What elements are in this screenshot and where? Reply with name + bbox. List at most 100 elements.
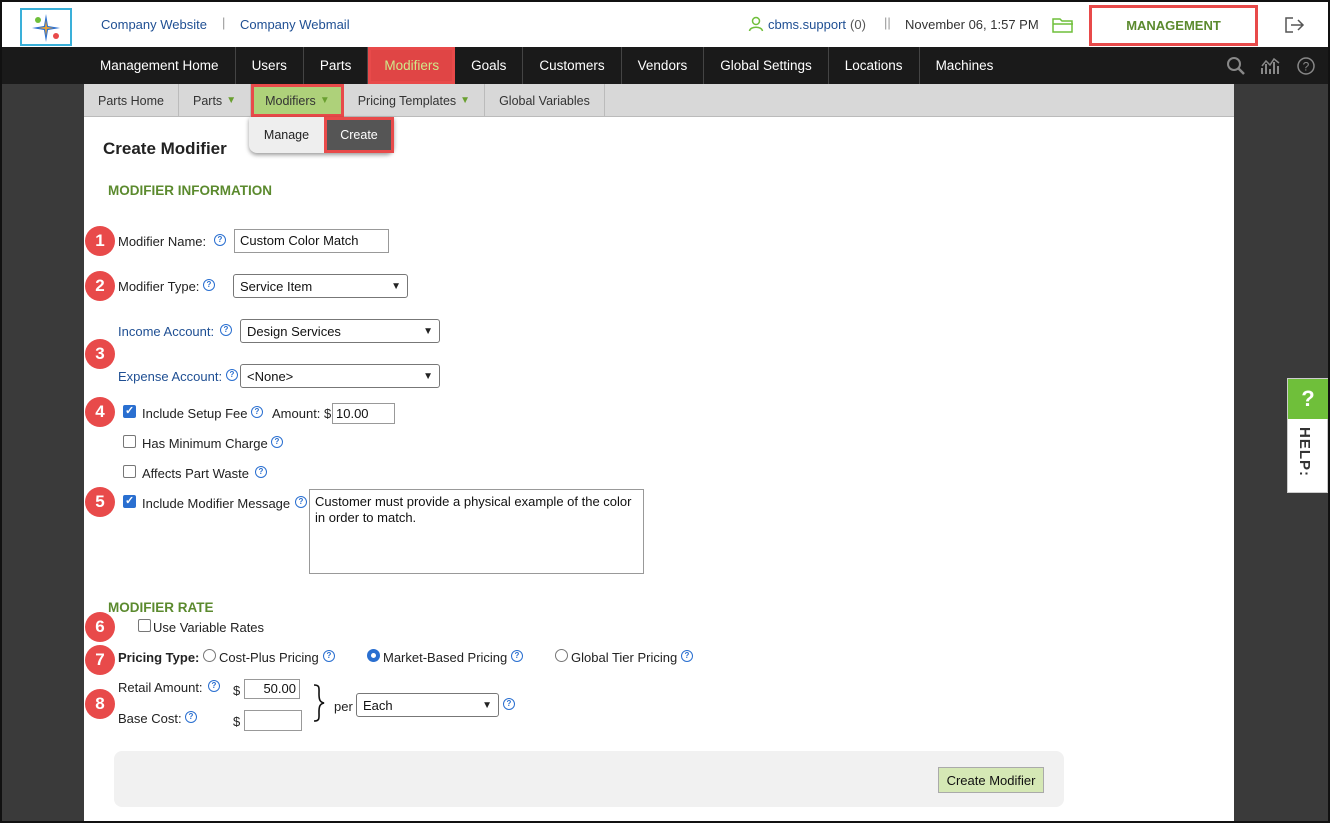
modifier-name-help-icon[interactable]: ?: [214, 234, 226, 246]
help-tab-label: HELP:: [1296, 427, 1313, 477]
step-badge-8: 8: [85, 689, 115, 719]
dropdown-manage[interactable]: Manage: [249, 117, 324, 153]
setup-fee-help-icon[interactable]: ?: [251, 406, 263, 418]
step-badge-2: 2: [85, 271, 115, 301]
variable-rates-checkbox[interactable]: [138, 619, 151, 632]
modifier-type-select[interactable]: Service Item ▼: [233, 274, 408, 298]
retail-amount-help-icon[interactable]: ?: [208, 680, 220, 692]
form-footer: [114, 751, 1064, 807]
create-modifier-button[interactable]: Create Modifier: [938, 767, 1044, 793]
global-tier-label: Global Tier Pricing: [571, 650, 678, 665]
nav-customers[interactable]: Customers: [523, 47, 622, 84]
subnav-global-variables[interactable]: Global Variables: [485, 84, 605, 117]
per-unit-help-icon[interactable]: ?: [503, 698, 515, 710]
modifier-message-checkbox[interactable]: [123, 494, 136, 508]
management-button[interactable]: MANAGEMENT: [1089, 5, 1258, 46]
cost-plus-radio[interactable]: [203, 649, 216, 662]
company-webmail-link[interactable]: Company Webmail: [240, 17, 350, 32]
chevron-down-icon: ▼: [391, 280, 401, 292]
subnav-modifiers[interactable]: Modifiers ▼: [251, 84, 344, 117]
cost-plus-help-icon[interactable]: ?: [323, 650, 335, 662]
expense-account-help-icon[interactable]: ?: [226, 369, 238, 381]
sub-navigation: Parts Home Parts ▼ Modifiers ▼ Pricing Tem…: [84, 84, 1234, 117]
base-currency: $: [233, 714, 241, 729]
user-count: (0): [850, 16, 866, 32]
nav-global-settings[interactable]: Global Settings: [704, 47, 829, 84]
question-icon: ?: [1288, 379, 1328, 419]
chevron-down-icon: ▼: [460, 95, 471, 106]
step-badge-1: 1: [85, 226, 115, 256]
retail-amount-label: Retail Amount:: [118, 680, 203, 695]
base-cost-input[interactable]: [244, 710, 302, 731]
chevron-down-icon: ▼: [423, 325, 433, 337]
nav-parts[interactable]: Parts: [304, 47, 369, 84]
chevron-down-icon: ▼: [482, 699, 492, 711]
min-charge-checkbox[interactable]: [123, 435, 136, 448]
nav-vendors[interactable]: Vendors: [622, 47, 705, 84]
market-based-label: Market-Based Pricing: [383, 650, 508, 665]
nav-locations[interactable]: Locations: [829, 47, 920, 84]
subnav-parts-home[interactable]: Parts Home: [84, 84, 179, 117]
help-circle-icon[interactable]: ?: [1296, 56, 1316, 79]
nav-users[interactable]: Users: [236, 47, 304, 84]
header-separator: |: [222, 15, 226, 30]
help-tab[interactable]: ? HELP:: [1287, 378, 1328, 493]
base-cost-label: Base Cost:: [118, 711, 182, 726]
amount-label: Amount: $: [272, 406, 332, 421]
logout-icon[interactable]: [1284, 15, 1306, 38]
user-link[interactable]: cbms.support (0): [748, 16, 866, 32]
left-gutter: [2, 84, 84, 821]
section-modifier-information: MODIFIER INFORMATION: [108, 183, 272, 198]
base-cost-help-icon[interactable]: ?: [185, 711, 197, 723]
modifier-message-label: Include Modifier Message: [142, 496, 291, 511]
folder-icon[interactable]: [1052, 16, 1074, 37]
section-modifier-rate: MODIFIER RATE: [108, 600, 214, 615]
part-waste-checkbox[interactable]: [123, 465, 136, 478]
subnav-parts[interactable]: Parts ▼: [179, 84, 252, 117]
setup-fee-label: Include Setup Fee: [142, 406, 248, 421]
modifier-type-help-icon[interactable]: ?: [203, 279, 215, 291]
market-based-radio[interactable]: [367, 649, 380, 662]
nav-modifiers[interactable]: Modifiers: [368, 47, 456, 84]
current-datetime: November 06, 1:57 PM: [905, 17, 1039, 32]
modifier-type-value: Service Item: [240, 278, 313, 294]
setup-fee-amount-input[interactable]: 10.00: [332, 403, 395, 424]
setup-fee-checkbox[interactable]: [123, 404, 136, 418]
min-charge-help-icon[interactable]: ?: [271, 436, 283, 448]
pricing-type-label: Pricing Type:: [118, 650, 200, 665]
analytics-icon[interactable]: [1260, 56, 1282, 79]
subnav-global-variables-label: Global Variables: [499, 93, 590, 108]
modifier-name-input[interactable]: Custom Color Match: [234, 229, 389, 253]
user-separator: ||: [884, 15, 891, 30]
market-based-help-icon[interactable]: ?: [511, 650, 523, 662]
subnav-pricing-templates[interactable]: Pricing Templates ▼: [344, 84, 486, 117]
dropdown-create[interactable]: Create: [324, 117, 394, 153]
retail-currency: $: [233, 683, 241, 698]
logo-mark-icon: [32, 14, 60, 42]
per-unit-value: Each: [363, 697, 393, 713]
expense-account-select[interactable]: <None> ▼: [240, 364, 440, 388]
subnav-modifiers-label: Modifiers: [265, 93, 316, 108]
company-logo[interactable]: [20, 8, 72, 46]
income-account-help-icon[interactable]: ?: [220, 324, 232, 336]
user-name: cbms.support: [768, 16, 847, 32]
modifier-message-textarea[interactable]: Customer must provide a physical example…: [309, 489, 644, 574]
expense-account-value: <None>: [247, 368, 294, 384]
search-icon[interactable]: [1226, 56, 1246, 79]
chevron-down-icon: ▼: [226, 95, 237, 106]
modifiers-dropdown: Manage Create: [249, 117, 394, 153]
nav-management-home[interactable]: Management Home: [84, 47, 236, 84]
part-waste-help-icon[interactable]: ?: [255, 466, 267, 478]
income-account-label: Income Account:: [118, 324, 215, 339]
nav-machines[interactable]: Machines: [920, 47, 1010, 84]
brace-icon: [313, 684, 325, 722]
nav-goals[interactable]: Goals: [455, 47, 524, 84]
per-unit-select[interactable]: Each ▼: [356, 693, 499, 717]
global-tier-help-icon[interactable]: ?: [681, 650, 693, 662]
modifier-message-help-icon[interactable]: ?: [295, 496, 307, 508]
income-account-value: Design Services: [247, 323, 341, 339]
income-account-select[interactable]: Design Services ▼: [240, 319, 440, 343]
global-tier-radio[interactable]: [555, 649, 568, 662]
company-website-link[interactable]: Company Website: [101, 17, 207, 32]
retail-amount-input[interactable]: 50.00: [244, 679, 300, 699]
